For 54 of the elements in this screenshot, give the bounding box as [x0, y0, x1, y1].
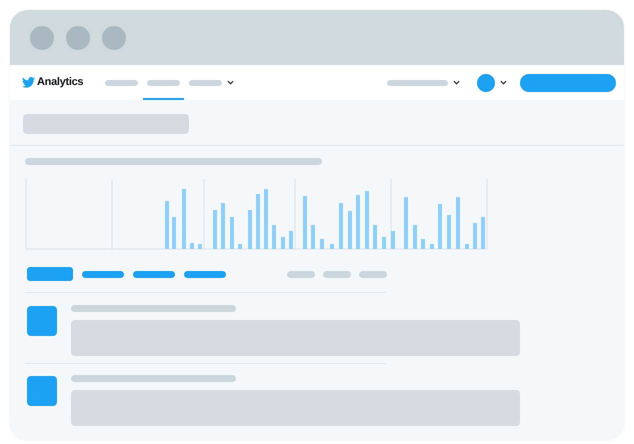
chart-bar: [465, 244, 469, 249]
chart-bar: [172, 217, 176, 249]
chart-bar: [356, 195, 360, 249]
chart-bar: [281, 237, 285, 249]
chart-bar: [365, 191, 369, 249]
caret-icon: [500, 80, 507, 85]
chart-bar: [330, 244, 334, 249]
chart-bar: [373, 225, 377, 249]
chart-bar: [190, 243, 194, 249]
chart-bar: [339, 203, 343, 249]
chart-bar: [230, 217, 234, 249]
caret-icon: [227, 80, 234, 85]
chart-bar: [165, 201, 169, 249]
filter-option[interactable]: [359, 270, 387, 278]
chart-bar: [264, 189, 268, 249]
window-dot[interactable]: [102, 26, 126, 50]
chart-bar: [248, 210, 252, 249]
chart-bar: [456, 197, 460, 249]
chart-bar: [473, 223, 477, 249]
filter-tab[interactable]: [133, 270, 175, 278]
chart-bar: [198, 244, 202, 249]
chart-bar: [438, 204, 442, 249]
chart-bar: [413, 225, 417, 249]
chart-bar: [221, 203, 225, 249]
filter-option[interactable]: [287, 270, 315, 278]
avatar-placeholder: [27, 376, 57, 406]
filter-tab[interactable]: [27, 267, 73, 281]
chart-bar: [447, 215, 451, 249]
chart-bar: [272, 225, 276, 249]
app-name: Analytics: [37, 75, 84, 90]
chart-bar: [391, 231, 395, 249]
chart-bar: [213, 210, 217, 249]
caret-icon: [453, 80, 460, 85]
chart-bar: [311, 225, 315, 249]
chart-bar: [303, 196, 307, 249]
chart-bar: [430, 244, 434, 249]
chart-bar: [481, 217, 485, 249]
filter-tab[interactable]: [82, 270, 124, 278]
chart-bar: [289, 231, 293, 249]
chart-bar: [256, 194, 260, 249]
chart-bar: [348, 211, 352, 249]
chart-bar: [382, 237, 386, 249]
action-button[interactable]: [520, 74, 616, 92]
chart-bar: [421, 239, 425, 249]
window-dot[interactable]: [30, 26, 54, 50]
chart-bar: [320, 239, 324, 249]
avatar-placeholder: [27, 306, 57, 336]
filter-tab[interactable]: [184, 270, 226, 278]
filter-option[interactable]: [323, 270, 351, 278]
chart-bar: [238, 244, 242, 249]
chart-bar: [182, 189, 186, 249]
bird-icon: [22, 77, 35, 88]
window-dot[interactable]: [66, 26, 90, 50]
chart-bar: [404, 197, 408, 249]
